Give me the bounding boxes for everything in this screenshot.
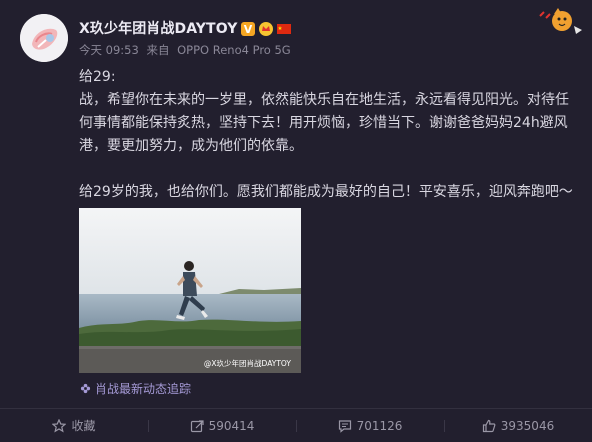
timestamp[interactable]: 今天 09:53 xyxy=(79,43,139,57)
post-text-line: 给29岁的我，也给你们。愿我们都能成为最好的自己！平安喜乐，迎风奔跑吧～ xyxy=(79,184,573,200)
comment-button[interactable]: 701126 xyxy=(296,409,444,442)
verified-badge-icon: V xyxy=(241,21,256,36)
svg-text:V: V xyxy=(244,23,253,36)
topic-label: 肖战最新动态追踪 xyxy=(95,382,192,396)
post-photo[interactable]: @X玖少年团肖战DAYTOY xyxy=(79,208,301,373)
repost-count: 590414 xyxy=(208,418,255,433)
favorite-button[interactable]: 收藏 xyxy=(0,409,148,442)
username-link[interactable]: X玖少年团肖战DAYTOY xyxy=(79,18,237,38)
avatar[interactable] xyxy=(20,14,68,62)
star-icon xyxy=(52,418,67,433)
post-text-line: 给29: xyxy=(79,69,116,85)
crown-badge-icon xyxy=(259,21,274,36)
like-button[interactable]: 3935046 xyxy=(444,409,592,442)
thumbs-up-icon xyxy=(482,419,496,432)
decorative-mascot-icon xyxy=(539,8,582,34)
post-text-line: 何事情都能保持炙热，坚持下去！用开烦恼，珍惜当下。谢谢爸爸妈妈24h避风 xyxy=(79,115,568,131)
china-flag-icon xyxy=(277,21,292,35)
weibo-post-card: X玖少年团肖战DAYTOY V 今天 09:53 来自 OPPO Reno4 P… xyxy=(0,0,592,442)
source-device: OPPO Reno4 Pro 5G xyxy=(177,43,291,57)
post-actions-bar: 收藏 590414 701126 3935046 xyxy=(0,409,592,442)
source-prefix: 来自 xyxy=(146,43,170,57)
favorite-label: 收藏 xyxy=(71,419,96,433)
like-count: 3935046 xyxy=(500,418,555,433)
post-text-line xyxy=(79,158,579,181)
comment-count: 701126 xyxy=(356,418,403,433)
post-meta: 今天 09:53 来自 OPPO Reno4 Pro 5G xyxy=(79,42,295,58)
repost-icon xyxy=(190,419,204,432)
post-body: 给29: 战，希望你在未来的一岁里，依然能快乐自在地生活，永远看得见阳光。对待任… xyxy=(79,66,579,204)
post-text-line: 港，要更加努力，成为他们的依靠。 xyxy=(79,138,303,154)
topic-link[interactable]: 肖战最新动态追踪 xyxy=(80,380,191,397)
comment-icon xyxy=(338,419,351,433)
photo-watermark: @X玖少年团肖战DAYTOY xyxy=(203,359,291,368)
post-text-line: 战，希望你在未来的一岁里，依然能快乐自在地生活，永远看得见阳光。对待任 xyxy=(79,92,569,108)
topic-flower-icon xyxy=(80,383,91,394)
repost-button[interactable]: 590414 xyxy=(148,409,296,442)
username-row: X玖少年团肖战DAYTOY V xyxy=(79,18,292,38)
